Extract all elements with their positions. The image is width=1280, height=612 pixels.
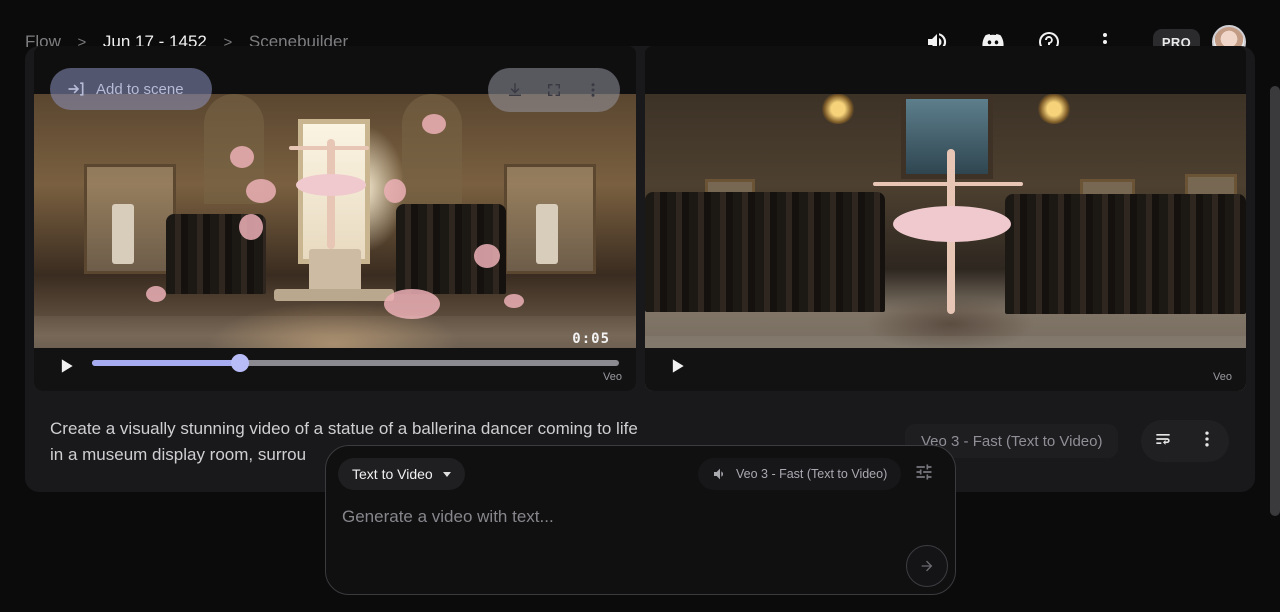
model-select-label: Veo 3 - Fast (Text to Video): [736, 467, 888, 481]
play-icon: [672, 359, 684, 373]
player-controls: Veo: [645, 348, 1246, 391]
add-to-scene-button[interactable]: Add to scene: [50, 68, 212, 110]
video-clip-1[interactable]: Add to scene 0:05 Veo: [34, 46, 636, 391]
video-frame-ballerina-dancing: [645, 94, 1246, 391]
more-vert-icon: [591, 83, 595, 97]
card-more-button[interactable]: [1197, 429, 1217, 454]
arrow-right-icon: [921, 560, 933, 572]
fullscreen-icon: [547, 84, 560, 96]
play-icon: [61, 359, 73, 373]
wrap-text-icon: [1156, 433, 1170, 445]
video-toolbar: [488, 68, 620, 112]
fullscreen-button[interactable]: [539, 75, 569, 105]
player-controls: Veo: [34, 348, 636, 391]
play-button[interactable]: [56, 356, 76, 376]
add-to-scene-label: Add to scene: [96, 80, 184, 98]
chevron-down-icon: [442, 471, 451, 477]
reuse-prompt-button[interactable]: [1153, 429, 1173, 454]
model-badge: Veo: [1213, 371, 1232, 383]
progress-fill: [92, 360, 240, 366]
video-frame-museum-statue: [34, 94, 636, 391]
prompt-input[interactable]: [342, 504, 902, 530]
timecode: 0:05: [572, 331, 610, 347]
card-actions: [1141, 420, 1229, 462]
prompt-composer: Text to Video Veo 3 - Fast (Text to Vide…: [325, 445, 956, 595]
settings-button[interactable]: [914, 462, 938, 486]
download-icon: [509, 83, 522, 96]
download-button[interactable]: [500, 75, 530, 105]
progress-slider[interactable]: [92, 354, 619, 372]
video-clip-2[interactable]: Veo: [645, 46, 1246, 391]
progress-thumb[interactable]: [230, 354, 249, 372]
model-badge: Veo: [603, 371, 622, 383]
volume-icon: [714, 468, 723, 480]
more-vert-icon: [1205, 431, 1209, 446]
mode-label: Text to Video: [352, 466, 433, 482]
video-more-button[interactable]: [578, 75, 608, 105]
mode-dropdown[interactable]: Text to Video: [338, 458, 465, 490]
play-button[interactable]: [667, 356, 687, 376]
add-to-scene-icon: [68, 82, 84, 96]
page-scrollbar[interactable]: [1270, 86, 1280, 516]
model-selector[interactable]: Veo 3 - Fast (Text to Video): [698, 458, 902, 490]
tune-icon: [916, 464, 932, 480]
send-button[interactable]: [906, 545, 948, 587]
